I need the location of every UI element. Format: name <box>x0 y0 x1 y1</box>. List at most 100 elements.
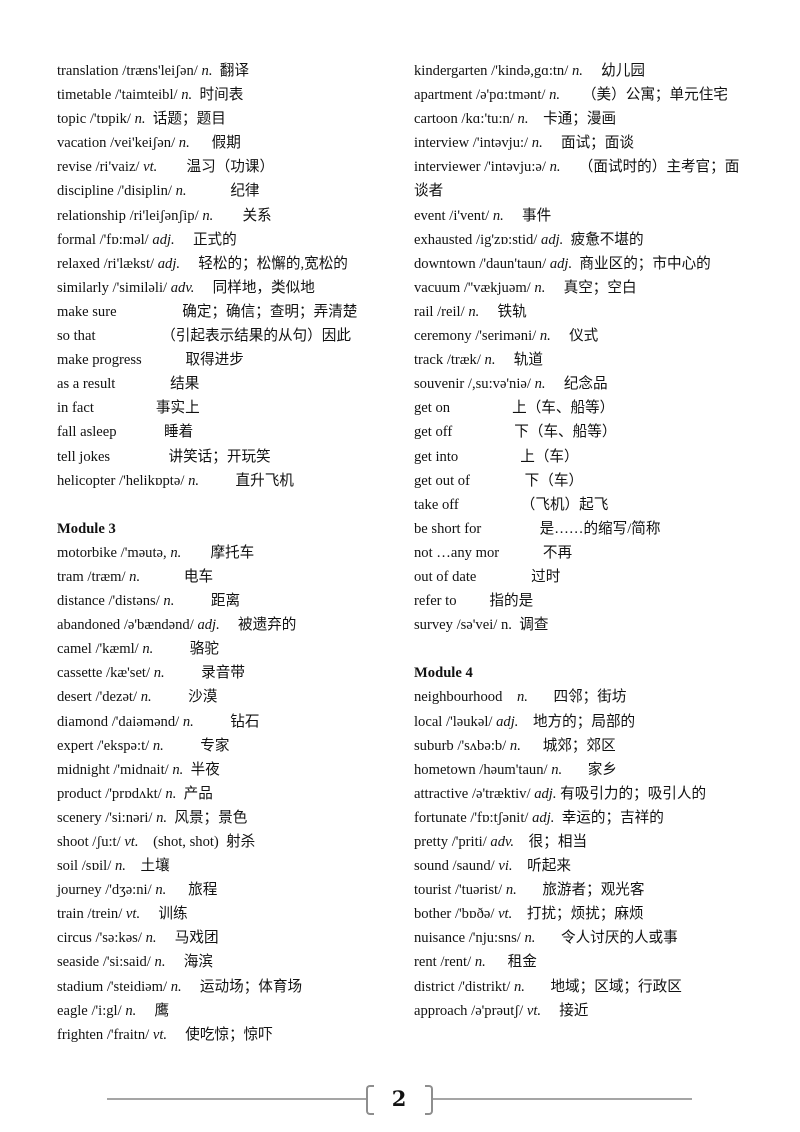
word: hometown <box>414 761 476 778</box>
vocab-entry: vacuum /''vækjuəm/ n. 真空；空白 <box>414 276 749 300</box>
meaning: 过时 <box>531 568 561 585</box>
meaning: 不再 <box>542 544 573 561</box>
word: motorbike <box>57 544 117 561</box>
vocab-entry: interviewer /'intəvju:ə/ n. （面试时的）主考官；面谈… <box>414 155 749 203</box>
meaning: 翻译 <box>219 63 249 79</box>
vocab-entry: expert /'ekspə:t/ n. 专家 <box>57 734 402 758</box>
meaning: 时间表 <box>199 87 244 104</box>
meaning: 面试；面谈 <box>560 135 634 152</box>
phonetic: /'distəns/ <box>108 593 160 610</box>
phonetic: /ə'pɑ:tmənt/ <box>476 87 546 104</box>
word: journey <box>57 882 102 899</box>
word: helicopter <box>57 472 116 489</box>
vocab-entry: formal /'fɒ:məl/ adj. 正式的 <box>57 228 402 252</box>
meaning: 打扰；烦扰；麻烦 <box>526 906 644 923</box>
phonetic: /'intəvju:/ <box>472 135 529 152</box>
word: soil <box>57 858 79 875</box>
meaning: 仪式 <box>569 328 599 345</box>
vocab-entry: local /'ləukəl/ adj. 地方的；局部的 <box>414 710 749 734</box>
word: bother <box>414 906 452 923</box>
phonetic: /'fɒ:tʃənit/ <box>470 809 529 826</box>
word: relationship <box>57 207 126 224</box>
phonetic: /træm/ <box>87 568 126 585</box>
vocab-entry: desert /'dezət/ n. 沙漠 <box>57 685 402 709</box>
meaning: 骆驼 <box>189 641 219 658</box>
vocab-entry: interview /'intəvju:/ n. 面试；面谈 <box>414 131 749 155</box>
word: fall asleep <box>57 424 117 441</box>
word: abandoned <box>57 617 121 634</box>
part-of-speech: n. <box>145 930 157 947</box>
part-of-speech: n. <box>170 978 182 995</box>
vocab-entry: abandoned /ə'bændənd/ adj. 被遗弃的 <box>57 613 402 637</box>
page-footer: 2 <box>0 1083 800 1117</box>
word: approach <box>414 1002 468 1019</box>
word: attractive <box>414 785 469 802</box>
vocab-entry: sound /saund/ vi. 听起来 <box>414 854 749 878</box>
word: make progress <box>57 352 142 369</box>
word: event <box>414 207 446 224</box>
meaning: 幼儿园 <box>601 63 645 79</box>
meaning: （引起表示结果的从句）因此 <box>161 328 351 345</box>
word: tell jokes <box>57 448 111 465</box>
vocab-entry: ceremony /'seriməni/ n. 仪式 <box>414 324 749 348</box>
meaning: 铁轨 <box>497 303 527 320</box>
word: refer to <box>414 593 457 610</box>
word: get on <box>414 400 451 417</box>
word: in fact <box>57 400 94 417</box>
vocab-entry: tourist /'tuərist/ n. 旅游者；观光客 <box>414 878 749 902</box>
part-of-speech: n. <box>153 665 165 682</box>
vocab-entry: track /træk/ n. 轨道 <box>414 348 749 372</box>
part-of-speech: n. <box>170 544 182 561</box>
meaning: 旅游者；观光客 <box>542 882 645 899</box>
word: relaxed <box>57 255 100 272</box>
meaning: 取得进步 <box>185 352 244 369</box>
phonetic: /'kæml/ <box>95 641 139 658</box>
vocab-entry: suburb /'sʌbə:b/ n. 城郊；郊区 <box>414 734 749 758</box>
vocab-entry: kindergarten /'kində,gɑ:tn/ n. 幼儿园 <box>414 59 749 83</box>
meaning: 使吃惊；惊吓 <box>185 1026 273 1043</box>
vocab-entry: translation /træns'leiʃən/ n. 翻译 <box>57 59 402 83</box>
meaning: 上（车、船等） <box>512 400 615 417</box>
vocab-entry: relaxed /ri'lækst/ adj. 轻松的；松懈的,宽松的 <box>57 252 402 276</box>
phonetic: /ri'lækst/ <box>103 255 155 272</box>
vocab-entry: timetable /'taimteibl/ n. 时间表 <box>57 83 402 107</box>
phonetic: /rent/ <box>440 954 472 971</box>
vocab-phrase: not …any mor 不再 <box>414 541 749 565</box>
word: discipline <box>57 183 114 200</box>
phonetic: /'fɒ:məl/ <box>99 231 149 248</box>
meaning: 调查 <box>519 617 549 634</box>
vocab-entry: topic /'tɒpik/ n. 话题；题目 <box>57 107 402 131</box>
phonetic: /kɑ:'tu:n/ <box>461 111 514 128</box>
phonetic: /i'vent/ <box>449 207 490 224</box>
meaning: 结果 <box>170 376 200 393</box>
part-of-speech: vt. <box>143 159 158 176</box>
word: timetable <box>57 87 112 104</box>
word: so that <box>57 328 96 345</box>
meaning: 假期 <box>211 135 241 152</box>
word: scenery <box>57 809 102 826</box>
phonetic: /'tɒpik/ <box>89 111 131 128</box>
word: seaside <box>57 954 100 971</box>
meaning: (shot, shot) 射杀 <box>153 834 256 850</box>
phonetic: /'dʒə:ni/ <box>105 882 152 899</box>
phonetic: /'helikɒptə/ <box>119 472 185 489</box>
phonetic: /'i:gl/ <box>91 1002 122 1019</box>
part-of-speech: n. <box>549 87 561 104</box>
vocab-entry: rail /reil/ n. 铁轨 <box>414 300 749 324</box>
vocab-entry: revise /ri'vaiz/ vt. 温习（功课） <box>57 155 402 179</box>
